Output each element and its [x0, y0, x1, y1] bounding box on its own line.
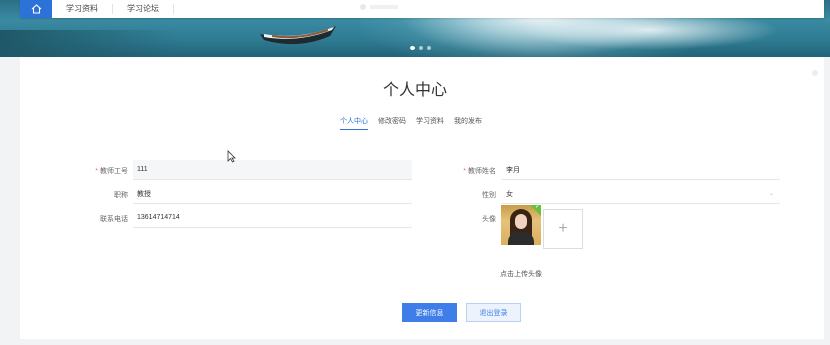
- page-title: 个人中心: [382, 82, 447, 99]
- carousel-dot[interactable]: [427, 46, 431, 50]
- gender-label-text: 性别: [482, 192, 496, 199]
- teacher-id-value: 111: [137, 166, 148, 173]
- banner-shore: [0, 30, 180, 57]
- required-mark: *: [95, 168, 98, 175]
- gender-label: 性别: [428, 190, 496, 200]
- avatar-upload-button[interactable]: +: [543, 209, 583, 249]
- teacher-id-field[interactable]: 111: [133, 160, 412, 180]
- update-info-button[interactable]: 更新信息: [402, 303, 457, 322]
- avatar-label-text: 头像: [482, 216, 496, 223]
- update-info-label: 更新信息: [415, 309, 444, 317]
- logout-button[interactable]: 退出登录: [466, 303, 521, 322]
- nav-item-study-materials[interactable]: 学习资料: [52, 4, 113, 14]
- nav-search[interactable]: [360, 3, 400, 11]
- carousel-dots[interactable]: [410, 46, 431, 50]
- nav-item-study-forum[interactable]: 学习论坛: [113, 4, 174, 14]
- teacher-id-label: * 教师工号: [60, 166, 128, 176]
- top-nav: 学习资料 学习论坛: [20, 0, 824, 18]
- boat-image: [260, 26, 336, 45]
- search-input[interactable]: [370, 5, 398, 9]
- mouse-cursor-icon: [227, 150, 236, 163]
- avatar-face: [515, 214, 527, 229]
- home-icon: [31, 4, 41, 14]
- carousel-dot[interactable]: [410, 46, 415, 50]
- tab-study-materials[interactable]: 学习资料: [416, 116, 444, 130]
- tab-change-password[interactable]: 修改密码: [378, 116, 406, 130]
- title-label: 职称: [60, 190, 128, 200]
- teacher-name-field[interactable]: 李月: [502, 160, 780, 180]
- tab-personal-center[interactable]: 个人中心: [340, 116, 368, 130]
- check-icon: ✓: [534, 205, 540, 210]
- required-mark: *: [463, 168, 466, 175]
- carousel-dot[interactable]: [419, 46, 423, 50]
- phone-field[interactable]: 13614714714: [133, 208, 412, 228]
- title-field[interactable]: 教授: [133, 184, 412, 204]
- teacher-name-label: * 教师姓名: [428, 166, 496, 176]
- avatar-upload-hint: 点击上传头像: [500, 271, 542, 278]
- title-label-text: 职称: [114, 192, 128, 199]
- tab-my-posts[interactable]: 我的发布: [454, 116, 482, 130]
- avatar-label: 头像: [428, 214, 496, 224]
- profile-tabs: 个人中心 修改密码 学习资料 我的发布: [340, 116, 482, 130]
- logout-label: 退出登录: [479, 309, 508, 317]
- teacher-id-label-text: 教师工号: [100, 168, 128, 175]
- teacher-name-label-text: 教师姓名: [468, 168, 496, 175]
- gender-value: 女: [506, 190, 513, 198]
- chevron-down-icon: ⌄: [768, 191, 774, 197]
- phone-label-text: 联系电话: [100, 216, 128, 223]
- plus-icon: +: [558, 220, 568, 237]
- avatar-body: [508, 232, 534, 245]
- title-value: 教授: [137, 190, 151, 198]
- teacher-name-value: 李月: [506, 166, 520, 174]
- phone-value: 13614714714: [137, 214, 180, 221]
- home-button[interactable]: [20, 0, 52, 18]
- search-icon: [360, 4, 366, 10]
- avatar-image[interactable]: ✓: [501, 205, 541, 245]
- phone-label: 联系电话: [60, 214, 128, 224]
- gender-select[interactable]: 女 ⌄: [502, 184, 780, 204]
